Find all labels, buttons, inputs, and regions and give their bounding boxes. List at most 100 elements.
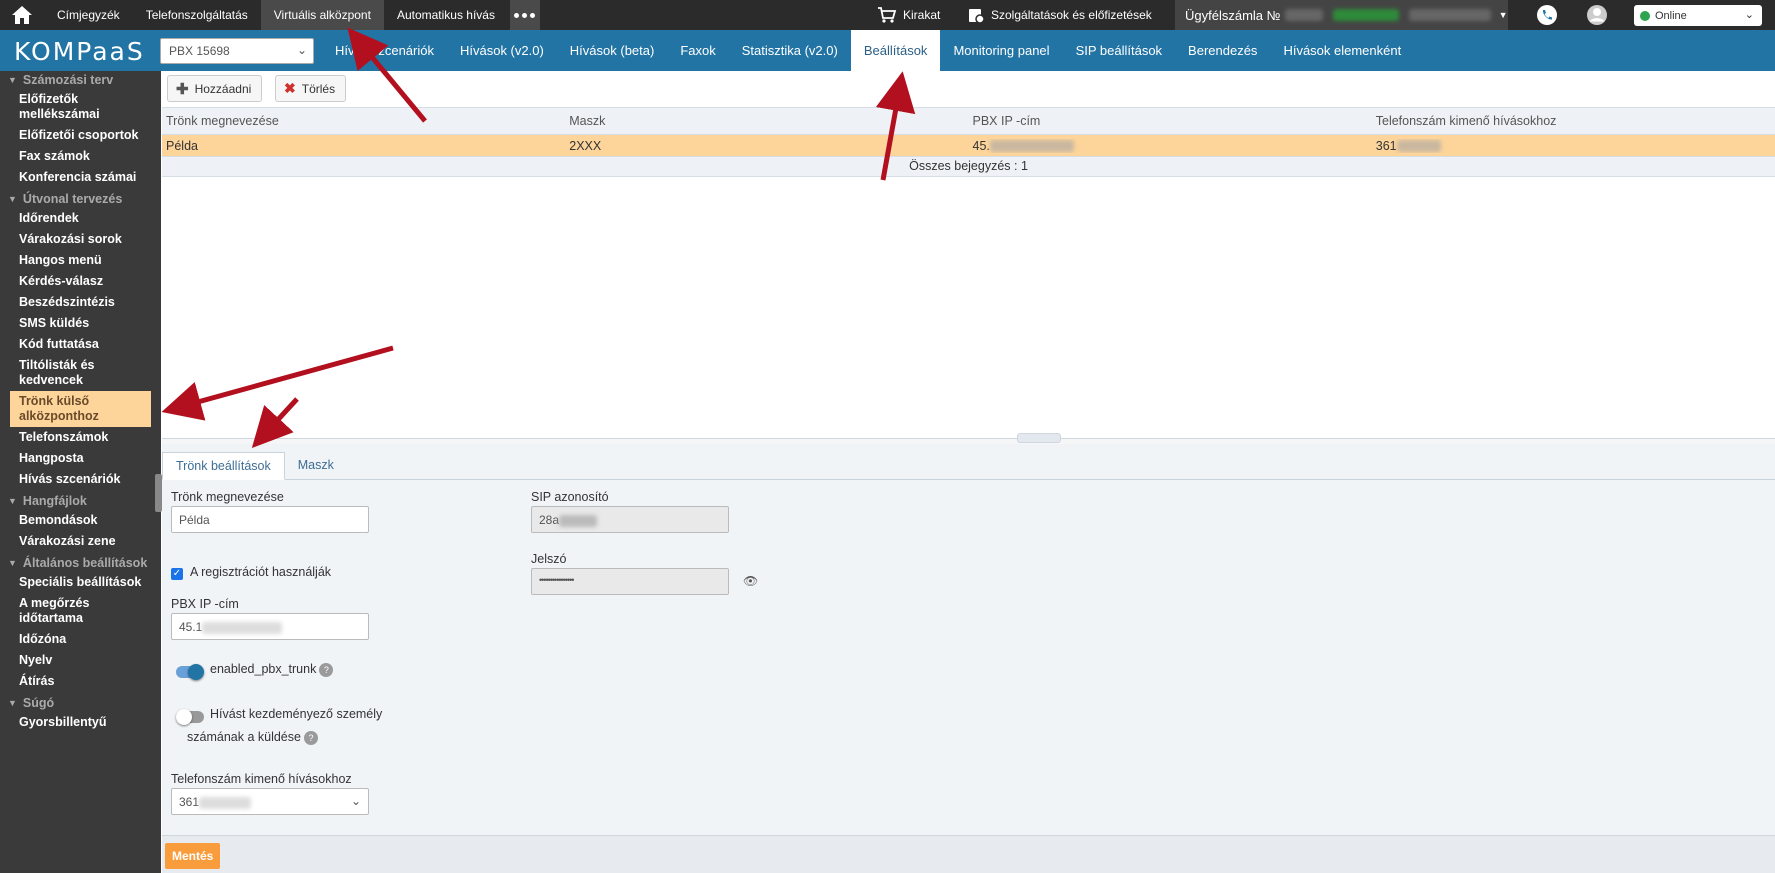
top-nav-automatikus-hivas[interactable]: Automatikus hívás bbox=[384, 0, 508, 30]
delete-button-label: Törlés bbox=[301, 81, 336, 96]
sidebar-group-altalanos-beallitasok[interactable]: ▼ Általános beállítások bbox=[0, 552, 161, 572]
account-number-blurred bbox=[1284, 9, 1323, 21]
tab-hivas-szcenariok[interactable]: Hívás szcenáriók bbox=[322, 30, 447, 71]
use-registration-checkbox[interactable]: ✓ bbox=[171, 568, 183, 580]
sidebar-item-hivas-szcenariok[interactable]: Hívás szcenáriók bbox=[0, 469, 161, 490]
sidebar-item-telefonszamok[interactable]: Telefonszámok bbox=[0, 427, 161, 448]
tab-berendezes[interactable]: Berendezés bbox=[1175, 30, 1270, 71]
cell-outgoing-number: 361 bbox=[1372, 139, 1775, 153]
column-header-maszk[interactable]: Maszk bbox=[565, 114, 968, 128]
sidebar-group-utvonal-tervezes[interactable]: ▼ Útvonal tervezés bbox=[0, 188, 161, 208]
trunk-name-input[interactable]: Példa bbox=[171, 506, 369, 533]
sidebar-resize-handle[interactable] bbox=[155, 474, 162, 512]
pbx-ip-label: PBX IP -cím bbox=[171, 597, 239, 611]
add-button-label: Hozzáadni bbox=[194, 81, 252, 96]
status-chevron-icon: ⌄ bbox=[1744, 9, 1754, 21]
sidebar-item-varakozasi-zene[interactable]: Várakozási zene bbox=[0, 531, 161, 552]
user-avatar-icon[interactable] bbox=[1586, 0, 1608, 30]
column-header-telefonszam[interactable]: Telefonszám kimenő hívásokhoz bbox=[1372, 114, 1775, 128]
sidebar-item-varakozasi-sorok[interactable]: Várakozási sorok bbox=[0, 229, 161, 250]
pbx-ip-input[interactable]: 45.1 bbox=[171, 613, 369, 640]
collapse-arrow-icon: ▼ bbox=[8, 496, 17, 506]
home-icon[interactable] bbox=[0, 0, 44, 30]
services-label: Szolgáltatások és előfizetések bbox=[991, 8, 1152, 22]
sidebar-group-hangfajlok[interactable]: ▼ Hangfájlok bbox=[0, 490, 161, 510]
top-nav-cimjegyzek[interactable]: Címjegyzék bbox=[44, 0, 133, 30]
tab-tronk-beallitasok[interactable]: Trönk beállítások bbox=[162, 452, 285, 480]
sidebar-item-elofizetoi-csoportok[interactable]: Előfizetői csoportok bbox=[0, 125, 161, 146]
pbx-select-value: PBX 15698 bbox=[169, 44, 230, 58]
cart-icon bbox=[878, 7, 897, 23]
column-header-tronk-megnevezese[interactable]: Trönk megnevezése bbox=[162, 114, 565, 128]
sip-id-blurred bbox=[559, 514, 598, 527]
password-input[interactable]: •••••••••••••••• bbox=[531, 568, 729, 595]
kirakat-link[interactable]: Kirakat bbox=[877, 0, 940, 30]
tab-sip-beallitasok[interactable]: SIP beállítások bbox=[1063, 30, 1175, 71]
annotation-arrow-trunk-settings-tab bbox=[251, 397, 299, 449]
sidebar-item-idozona[interactable]: Időzóna bbox=[0, 629, 161, 650]
sidebar-item-idorendek[interactable]: Időrendek bbox=[0, 208, 161, 229]
show-password-eye-icon[interactable]: 👁 bbox=[743, 574, 758, 588]
sidebar-item-beszedszintezis[interactable]: Beszédszintézis bbox=[0, 292, 161, 313]
table-header: Trönk megnevezése Maszk PBX IP -cím Tele… bbox=[162, 107, 1775, 135]
account-selector[interactable]: Ügyfélszámla № ▼ bbox=[1175, 0, 1508, 30]
tab-faxok[interactable]: Faxok bbox=[667, 30, 728, 71]
sidebar-item-megorzes-idotartama[interactable]: A megőrzés időtartama bbox=[0, 593, 161, 629]
outgoing-number-select[interactable]: 361 ⌄ bbox=[171, 788, 369, 815]
sidebar-item-gyorsbillentyu[interactable]: Gyorsbillentyű bbox=[0, 712, 161, 733]
delete-button[interactable]: ✖ Törlés bbox=[275, 75, 347, 102]
splitter-grip[interactable] bbox=[1017, 433, 1061, 443]
enabled-pbx-trunk-toggle[interactable] bbox=[176, 664, 204, 680]
help-icon[interactable]: ? bbox=[319, 662, 334, 677]
help-icon[interactable]: ? bbox=[303, 730, 318, 745]
services-link[interactable]: Szolgáltatások és előfizetések bbox=[967, 0, 1152, 30]
account-label: Ügyfélszámla № bbox=[1185, 7, 1281, 23]
sidebar-item-nyelv[interactable]: Nyelv bbox=[0, 650, 161, 671]
tab-maszk[interactable]: Maszk bbox=[285, 452, 347, 480]
sidebar-item-atiras[interactable]: Átírás bbox=[0, 671, 161, 692]
sip-id-input[interactable]: 28a bbox=[531, 506, 729, 533]
status-select[interactable]: Online ⌄ bbox=[1634, 5, 1762, 26]
send-caller-toggle[interactable] bbox=[176, 709, 204, 725]
sidebar-item-kod-futtatasa[interactable]: Kód futtatása bbox=[0, 334, 161, 355]
top-nav-virtualis-alkozpont[interactable]: Virtuális alközpont bbox=[260, 0, 384, 30]
table-row[interactable]: Példa 2XXX 45. 361 bbox=[162, 135, 1775, 156]
pbx-ip-blurred bbox=[202, 621, 283, 634]
sidebar-item-specialis-beallitasok[interactable]: Speciális beállítások bbox=[0, 572, 161, 593]
main-nav-bar: KOMPaaS PBX 15698 ⌄ Hívás szcenáriók Hív… bbox=[0, 30, 1775, 71]
tab-hivasok-v2[interactable]: Hívások (v2.0) bbox=[447, 30, 557, 71]
cell-trunk-name: Példa bbox=[166, 138, 198, 153]
column-header-pbx-ip[interactable]: PBX IP -cím bbox=[969, 114, 1372, 128]
sidebar-item-hangos-menu[interactable]: Hangos menü bbox=[0, 250, 161, 271]
trunk-name-label: Trönk megnevezése bbox=[171, 490, 284, 504]
more-menu-icon[interactable] bbox=[509, 0, 540, 30]
tab-monitoring-panel[interactable]: Monitoring panel bbox=[940, 30, 1062, 71]
tab-beallitasok[interactable]: Beállítások bbox=[850, 30, 941, 71]
top-nav: Címjegyzék Telefonszolgáltatás Virtuális… bbox=[44, 0, 508, 30]
save-button[interactable]: Mentés bbox=[165, 843, 221, 869]
sidebar-item-hangposta[interactable]: Hangposta bbox=[0, 448, 161, 469]
pbx-select[interactable]: PBX 15698 ⌄ bbox=[160, 38, 314, 64]
sidebar-item-bemondasok[interactable]: Bemondások bbox=[0, 510, 161, 531]
trunk-settings-panel: Trönk beállítások Maszk Trönk megnevezés… bbox=[162, 444, 1775, 835]
top-nav-telefonszolgaltatas[interactable]: Telefonszolgáltatás bbox=[133, 0, 261, 30]
trunk-table: Trönk megnevezése Maszk PBX IP -cím Tele… bbox=[162, 107, 1775, 177]
tab-hivasok-beta[interactable]: Hívások (beta) bbox=[557, 30, 668, 71]
sidebar-item-kerdes-valasz[interactable]: Kérdés-válasz bbox=[0, 271, 161, 292]
sidebar-group-sugo[interactable]: ▼ Súgó bbox=[0, 692, 161, 712]
sidebar-item-konferencia-szamai[interactable]: Konferencia számai bbox=[0, 167, 161, 188]
add-button[interactable]: ✚ Hozzáadni bbox=[167, 75, 263, 102]
sidebar-item-fax-szamok[interactable]: Fax számok bbox=[0, 146, 161, 167]
sidebar-item-tiltolistak[interactable]: Tiltólisták és kedvencek bbox=[0, 355, 161, 391]
sip-id-label: SIP azonosító bbox=[531, 490, 609, 504]
sidebar-item-sms-kuldes[interactable]: SMS küldés bbox=[0, 313, 161, 334]
bottom-action-bar: Mentés bbox=[162, 835, 1775, 873]
top-bar: Címjegyzék Telefonszolgáltatás Virtuális… bbox=[0, 0, 1775, 30]
delete-icon: ✖ bbox=[284, 80, 296, 96]
tab-hivasok-elemenkent[interactable]: Hívások elemenként bbox=[1270, 30, 1414, 71]
sidebar-item-tronk-kulso-alkozponthoz[interactable]: Trönk külső alközponthoz bbox=[10, 391, 151, 427]
sidebar-group-szamozasi-terv[interactable]: ▼ Számozási terv bbox=[0, 71, 161, 89]
sidebar-item-elofizetok-mellekszamai[interactable]: Előfizetők mellékszámai bbox=[0, 89, 161, 125]
tab-statisztika[interactable]: Statisztika (v2.0) bbox=[729, 30, 851, 71]
phone-icon[interactable] bbox=[1536, 0, 1558, 30]
